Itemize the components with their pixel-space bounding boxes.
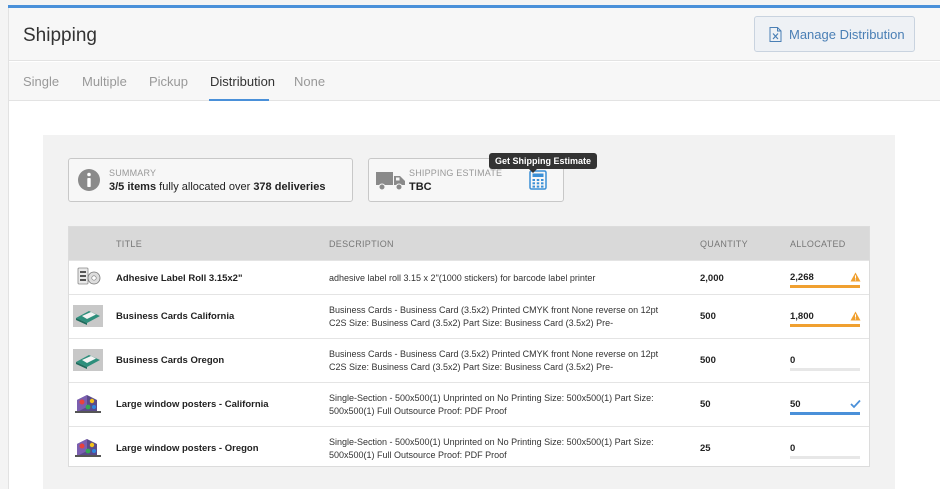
poster-thumbnail <box>75 439 101 457</box>
summary-label: SUMMARY <box>109 168 157 178</box>
manage-distribution-button[interactable]: Manage Distribution <box>754 16 915 52</box>
row-title: Large window posters - California <box>116 399 269 410</box>
allocation-bar-fill <box>790 324 860 327</box>
row-allocated: 0 <box>790 443 796 454</box>
header-quantity: QUANTITY <box>700 239 748 249</box>
row-description: Single-Section - 500x500(1) Unprinted on… <box>329 393 654 416</box>
row-allocated: 2,268 <box>790 272 814 283</box>
row-quantity: 500 <box>700 311 716 322</box>
row-quantity: 2,000 <box>700 273 724 284</box>
summary-value: 3/5 items fully allocated over 378 deliv… <box>109 181 325 193</box>
excel-file-icon <box>769 26 782 42</box>
shipping-frame: Shipping Manage Distribution Single Mult… <box>8 8 940 489</box>
table-header: TITLE DESCRIPTION QUANTITY ALLOCATED <box>69 227 869 260</box>
shipping-header: Shipping Manage Distribution <box>9 8 940 61</box>
table-row[interactable]: Large window posters - California Single… <box>69 382 869 426</box>
row-quantity: 25 <box>700 443 711 454</box>
calculator-icon[interactable] <box>529 170 547 190</box>
tab-distribution[interactable]: Distribution <box>210 74 275 89</box>
row-description: Single-Section - 500x500(1) Unprinted on… <box>329 437 654 460</box>
row-description: adhesive label roll 3.15 x 2"(1000 stick… <box>329 273 596 283</box>
warning-icon <box>850 272 861 282</box>
active-tab-underline <box>209 99 269 101</box>
table-row[interactable]: Large window posters - Oregon Single-Sec… <box>69 426 869 467</box>
business-card-thumbnail <box>73 349 103 371</box>
summary-deliveries: 378 deliveries <box>253 181 326 193</box>
distribution-table: TITLE DESCRIPTION QUANTITY ALLOCATED Adh… <box>68 226 870 467</box>
header-description: DESCRIPTION <box>329 239 394 249</box>
warning-icon <box>850 311 861 321</box>
estimate-label: SHIPPING ESTIMATE <box>409 168 503 178</box>
table-row[interactable]: Business Cards California Business Cards… <box>69 294 869 338</box>
table-row[interactable]: Adhesive Label Roll 3.15x2" adhesive lab… <box>69 260 869 294</box>
row-title: Business Cards Oregon <box>116 355 225 366</box>
shipping-estimate-tooltip: Get Shipping Estimate <box>489 153 598 173</box>
header-title: TITLE <box>116 239 143 249</box>
checkmark-icon <box>850 399 861 409</box>
page-title: Shipping <box>23 25 97 46</box>
header-allocated: ALLOCATED <box>790 239 846 249</box>
tab-multiple[interactable]: Multiple <box>82 74 127 89</box>
row-title: Adhesive Label Roll 3.15x2" <box>116 273 243 284</box>
estimate-value: TBC <box>409 181 432 193</box>
allocation-bar <box>790 456 860 459</box>
distribution-panel: SUMMARY 3/5 items fully allocated over 3… <box>43 135 895 489</box>
manage-distribution-label: Manage Distribution <box>789 26 905 42</box>
row-description: Business Cards - Business Card (3.5x2) P… <box>329 349 659 372</box>
row-allocated: 50 <box>790 399 801 410</box>
allocation-bar-fill <box>790 412 860 415</box>
info-circle-icon <box>78 169 100 191</box>
row-title: Business Cards California <box>116 311 235 322</box>
truck-icon <box>376 172 405 191</box>
shipping-tabs: Single Multiple Pickup Distribution None <box>9 62 940 101</box>
row-title: Large window posters - Oregon <box>116 443 259 454</box>
row-quantity: 50 <box>700 399 711 410</box>
poster-thumbnail <box>75 395 101 413</box>
business-card-thumbnail <box>73 305 103 327</box>
summary-items: 3/5 items <box>109 181 157 193</box>
tab-single[interactable]: Single <box>23 74 59 89</box>
allocation-bar <box>790 368 860 371</box>
allocation-bar-fill <box>790 285 860 288</box>
allocation-bar <box>790 324 860 327</box>
summary-mid: fully allocated over <box>156 181 254 193</box>
estimate-value-text: TBC <box>409 181 432 193</box>
allocation-bar <box>790 412 860 415</box>
label-roll-thumbnail <box>77 267 101 285</box>
row-allocated: 0 <box>790 355 796 366</box>
row-allocated: 1,800 <box>790 311 814 322</box>
tab-pickup[interactable]: Pickup <box>149 74 188 89</box>
summary-card: SUMMARY 3/5 items fully allocated over 3… <box>68 158 353 202</box>
tab-none[interactable]: None <box>294 74 325 89</box>
table-row[interactable]: Business Cards Oregon Business Cards - B… <box>69 338 869 382</box>
allocation-bar <box>790 285 860 288</box>
row-quantity: 500 <box>700 355 716 366</box>
row-description: Business Cards - Business Card (3.5x2) P… <box>329 305 659 328</box>
